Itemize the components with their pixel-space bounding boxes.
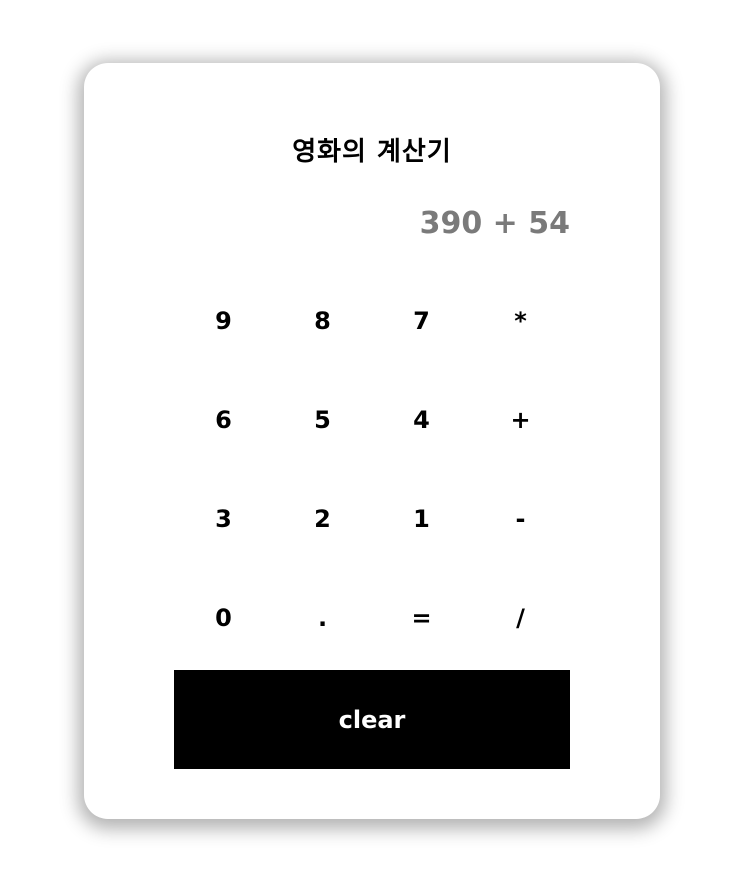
key-5[interactable]: 5 [273, 370, 372, 469]
key-subtract[interactable]: - [471, 469, 570, 568]
key-equals[interactable]: = [372, 568, 471, 667]
calculator-title: 영화의 계산기 [292, 137, 452, 167]
key-divide[interactable]: / [471, 568, 570, 667]
key-multiply[interactable]: * [471, 271, 570, 370]
key-8[interactable]: 8 [273, 271, 372, 370]
key-9[interactable]: 9 [174, 271, 273, 370]
key-3[interactable]: 3 [174, 469, 273, 568]
calculator-card: 영화의 계산기 390 + 54 9 8 7 * 6 5 4 + 3 2 1 -… [84, 63, 660, 819]
key-6[interactable]: 6 [174, 370, 273, 469]
keypad: 9 8 7 * 6 5 4 + 3 2 1 - 0 . = / [174, 271, 570, 667]
calculator-display: 390 + 54 [419, 206, 570, 241]
key-decimal[interactable]: . [273, 568, 372, 667]
key-1[interactable]: 1 [372, 469, 471, 568]
key-0[interactable]: 0 [174, 568, 273, 667]
clear-button[interactable]: clear [174, 670, 570, 769]
key-2[interactable]: 2 [273, 469, 372, 568]
key-4[interactable]: 4 [372, 370, 471, 469]
key-add[interactable]: + [471, 370, 570, 469]
key-7[interactable]: 7 [372, 271, 471, 370]
